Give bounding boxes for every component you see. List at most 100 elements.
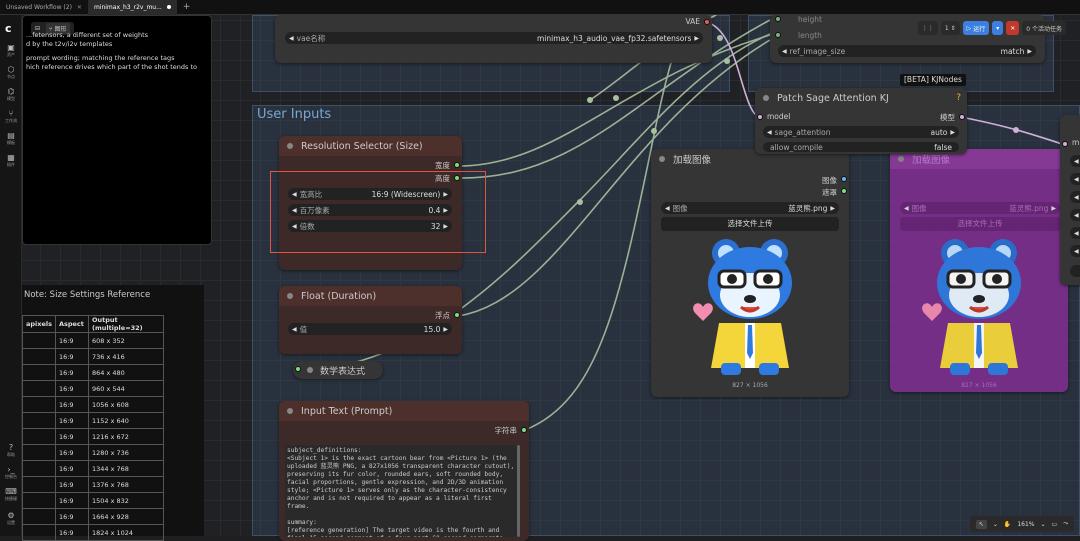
collapse-dot-icon[interactable]: [287, 143, 293, 149]
hand-tool-icon[interactable]: ✋: [1004, 521, 1011, 528]
arrow-right-icon[interactable]: ▶: [694, 35, 699, 42]
arrow-left-icon[interactable]: ◀: [292, 326, 297, 333]
arrow-left-icon[interactable]: ◀: [782, 48, 787, 55]
close-icon[interactable]: ✕: [77, 4, 82, 11]
widget-stub[interactable]: ◀: [1070, 245, 1080, 257]
sidebar-item-console[interactable]: ›_控制台: [0, 465, 22, 480]
cancel-button[interactable]: ✕: [1006, 21, 1019, 35]
arrow-right-icon[interactable]: ▶: [950, 129, 955, 136]
arrow-left-icon[interactable]: ◀: [1074, 248, 1079, 255]
node-header[interactable]: Input Text (Prompt): [279, 401, 529, 421]
arrow-left-icon[interactable]: ◀: [1074, 158, 1079, 165]
graph-canvas[interactable]: VAE ◀ vae名称 minimax_h3_audio_vae_fp32.sa…: [0, 0, 1080, 536]
arrow-left-icon[interactable]: ◀: [1074, 176, 1079, 183]
widget-stub[interactable]: ◀: [1070, 227, 1080, 239]
active-tasks-button[interactable]: 0 个活动任务: [1022, 21, 1066, 35]
sidebar-item-help[interactable]: ?帮助: [0, 443, 22, 458]
model-input-port[interactable]: [1062, 141, 1068, 147]
arrow-left-icon[interactable]: ◀: [904, 205, 909, 212]
widget-stub[interactable]: ◀: [1070, 209, 1080, 221]
widget-stub[interactable]: [1070, 265, 1080, 277]
float-value-input[interactable]: ◀值15.0▶: [288, 323, 452, 335]
arrow-left-icon[interactable]: ◀: [289, 35, 294, 42]
app-logo[interactable]: c: [5, 22, 12, 35]
mask-output-port[interactable]: [841, 188, 847, 194]
help-icon[interactable]: ?: [956, 93, 961, 103]
collapse-dot-icon[interactable]: [898, 156, 904, 162]
node-header[interactable]: Patch Sage Attention KJ?: [755, 88, 967, 108]
right-edge-node[interactable]: m ◀ ◀ ◀ ◀ ◀ ◀: [1060, 115, 1080, 285]
upload-button[interactable]: 选择文件上传: [661, 217, 839, 231]
model-output-port[interactable]: [959, 114, 965, 120]
collapse-dot-icon[interactable]: [287, 293, 293, 299]
allow-compile-toggle[interactable]: allow_compilefalse: [763, 142, 959, 152]
chevron-down-icon[interactable]: ⌄: [1040, 521, 1045, 528]
sidebar-item-plugins[interactable]: ▦插件: [0, 153, 22, 168]
shortcut-icon: ⌨: [0, 487, 22, 496]
image-select[interactable]: ◀图像蓝灵熊.png▶: [661, 202, 839, 214]
vae-name-select[interactable]: ◀ vae名称 minimax_h3_audio_vae_fp32.safete…: [285, 32, 703, 44]
chevron-down-icon[interactable]: ⌄: [993, 521, 998, 528]
stepper-icon[interactable]: ⇕: [951, 25, 956, 32]
load-image-node[interactable]: 加载图像 图像 遮罩 ◀图像蓝灵熊.png▶ 选择文件上传: [651, 149, 849, 397]
arrow-right-icon[interactable]: ▶: [1027, 48, 1032, 55]
new-tab-button[interactable]: +: [177, 2, 197, 12]
select-tool-icon[interactable]: ↖: [976, 520, 987, 529]
upload-button[interactable]: 选择文件上传: [900, 217, 1060, 231]
size-reference-note[interactable]: Note: Size Settings Reference apixels As…: [22, 285, 204, 536]
collapse-dot-icon[interactable]: [659, 156, 665, 162]
sidebar-item-nodes[interactable]: ⬡节点: [0, 65, 22, 80]
drag-handle-icon[interactable]: ⋮⋮: [918, 21, 938, 35]
model-input-port[interactable]: [757, 114, 763, 120]
math-input-port[interactable]: [295, 366, 301, 372]
queue-count-input[interactable]: 1 ⇕: [941, 21, 960, 35]
textarea-scrollbar[interactable]: [517, 445, 520, 537]
load-image-node-bypassed[interactable]: 加载图像 ◀图像蓝灵熊.png▶ 选择文件上传 82: [890, 149, 1068, 392]
arrow-left-icon[interactable]: ◀: [1074, 194, 1079, 201]
prompt-textarea[interactable]: subject_definitions: <Subject 1> is the …: [285, 445, 517, 537]
collapse-dot-icon[interactable]: [307, 367, 313, 373]
float-output-port[interactable]: [454, 312, 460, 318]
length-input-port[interactable]: [775, 32, 781, 38]
sage-attention-select[interactable]: ◀sage_attentionauto▶: [763, 126, 959, 138]
arrow-left-icon[interactable]: ◀: [1074, 230, 1079, 237]
widget-stub[interactable]: ◀: [1070, 173, 1080, 185]
math-expression-node[interactable]: 数学表达式: [293, 361, 383, 379]
arrow-left-icon[interactable]: ◀: [1074, 212, 1079, 219]
vae-output-port[interactable]: [704, 19, 710, 25]
width-output-port[interactable]: [454, 162, 460, 168]
height-input-port[interactable]: [775, 16, 781, 22]
run-button[interactable]: ▷ 运行: [963, 21, 990, 35]
arrow-right-icon[interactable]: ▶: [1051, 205, 1056, 212]
widget-stub[interactable]: ◀: [1070, 191, 1080, 203]
tab-minimax-workflow[interactable]: minimax_h3_r2v_mu...: [88, 0, 177, 15]
image-output-port[interactable]: [841, 176, 847, 182]
sidebar-item-models[interactable]: ⌬模型: [0, 87, 22, 102]
link-visibility-icon[interactable]: ⤳: [1063, 520, 1068, 528]
tab-unsaved-workflow[interactable]: Unsaved Workflow (2)✕: [0, 0, 88, 15]
vae-loader-node[interactable]: VAE ◀ vae名称 minimax_h3_audio_vae_fp32.sa…: [275, 15, 712, 63]
sidebar-item-shortcuts[interactable]: ⌨快捷键: [0, 487, 22, 502]
widget-stub[interactable]: ◀: [1070, 155, 1080, 167]
arrow-right-icon[interactable]: ▶: [443, 326, 448, 333]
node-header[interactable]: Resolution Selector (Size): [279, 136, 462, 156]
image-select[interactable]: ◀图像蓝灵熊.png▶: [900, 202, 1060, 214]
input-text-node[interactable]: Input Text (Prompt) 字符串 subject_definiti…: [279, 401, 529, 541]
arrow-left-icon[interactable]: ◀: [767, 129, 772, 136]
collapse-dot-icon[interactable]: [763, 95, 769, 101]
minimap-icon[interactable]: ▭: [1052, 521, 1058, 528]
arrow-right-icon[interactable]: ▶: [830, 205, 835, 212]
zoom-level[interactable]: 161%: [1017, 521, 1034, 528]
ref-image-size-select[interactable]: ◀ ref_image_size match ▶: [778, 45, 1036, 57]
string-output-port[interactable]: [521, 427, 527, 433]
sidebar-item-settings[interactable]: ⚙设置: [0, 511, 22, 526]
node-header[interactable]: Float (Duration): [279, 286, 462, 306]
arrow-left-icon[interactable]: ◀: [665, 205, 670, 212]
sidebar-item-workflows[interactable]: ⑂工作流: [0, 109, 22, 124]
run-options-button[interactable]: ▾: [992, 21, 1003, 35]
sidebar-item-assets[interactable]: ▣资产: [0, 43, 22, 58]
collapse-dot-icon[interactable]: [287, 408, 293, 414]
float-duration-node[interactable]: Float (Duration) 浮点 ◀值15.0▶: [279, 286, 462, 354]
patch-sage-attention-node[interactable]: Patch Sage Attention KJ? model 模型 ◀sage_…: [755, 88, 967, 154]
sidebar-item-templates[interactable]: ▤模板: [0, 131, 22, 146]
